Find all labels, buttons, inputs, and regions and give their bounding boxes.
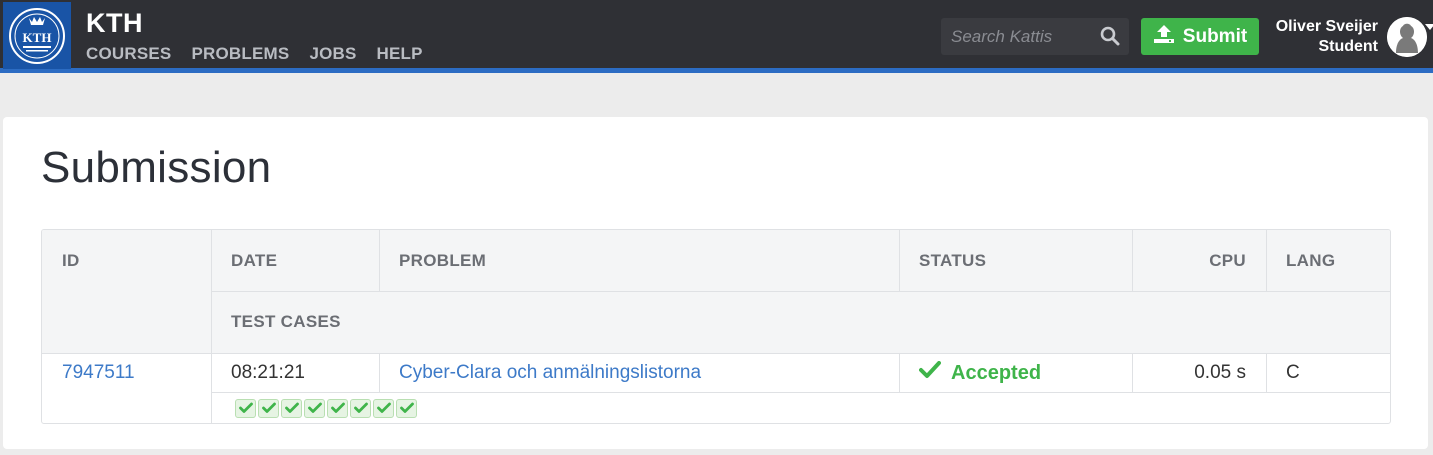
header-status: STATUS: [919, 250, 987, 270]
page-title: Submission: [41, 143, 272, 192]
table-row-date: 08:21:21: [231, 362, 305, 383]
header-date: DATE: [231, 250, 278, 270]
user-role: Student: [1318, 38, 1378, 55]
header-test-cases: TEST CASES: [231, 312, 341, 331]
col-divider: [899, 230, 900, 291]
status-text: Accepted: [951, 361, 1042, 384]
col-divider: [211, 230, 212, 423]
user-avatar-icon: [1387, 17, 1427, 57]
status-badge: Accepted: [919, 353, 1041, 393]
user-name: Oliver Sveijer: [1275, 18, 1378, 35]
checkmark-icon: [919, 361, 941, 385]
submit-label: Submit: [1182, 25, 1248, 47]
header-lang: LANG: [1286, 250, 1336, 270]
test-cases-list: [235, 395, 417, 421]
submission-table: ID DATE PROBLEM STATUS CPU LANG TEST CAS…: [41, 229, 1391, 424]
col-divider: [1266, 353, 1267, 393]
search-input[interactable]: [941, 18, 1096, 55]
test-case-passed-icon[interactable]: [258, 398, 279, 418]
user-menu-caret-icon[interactable]: [1425, 24, 1433, 30]
test-case-passed-icon[interactable]: [373, 398, 394, 418]
test-case-passed-icon[interactable]: [281, 398, 302, 418]
table-row-cpu: 0.05 s: [1194, 362, 1246, 383]
test-case-passed-icon[interactable]: [396, 398, 417, 418]
submit-button[interactable]: Submit: [1141, 18, 1259, 55]
test-case-passed-icon[interactable]: [350, 398, 371, 418]
avatar[interactable]: [1387, 17, 1427, 57]
user-info[interactable]: Oliver Sveijer Student: [1276, 17, 1378, 57]
main-nav: COURSES PROBLEMS JOBS HELP: [86, 44, 423, 64]
col-divider: [1266, 230, 1267, 291]
submission-id-link[interactable]: 7947511: [62, 362, 135, 384]
header-id: ID: [62, 250, 80, 270]
search-icon[interactable]: [1100, 26, 1120, 51]
problem-link[interactable]: Cyber-Clara och anmälningslistorna: [399, 362, 701, 384]
col-divider: [899, 353, 900, 393]
nav-help[interactable]: HELP: [377, 44, 423, 64]
nav-courses[interactable]: COURSES: [86, 44, 171, 64]
nav-problems[interactable]: PROBLEMS: [191, 44, 289, 64]
table-row-lang: C: [1286, 362, 1300, 383]
search-box: [941, 18, 1129, 55]
header-cpu: CPU: [1209, 250, 1246, 270]
kth-logo[interactable]: KTH: [3, 2, 71, 69]
row-divider: [211, 291, 1390, 292]
table-row-problem: Cyber-Clara och anmälningslistorna: [399, 353, 701, 393]
col-divider: [379, 353, 380, 393]
kth-seal-icon: KTH: [9, 7, 65, 64]
svg-text:KTH: KTH: [23, 30, 52, 45]
test-case-passed-icon[interactable]: [327, 398, 348, 418]
test-case-results: [235, 398, 417, 418]
brand-name[interactable]: KTH: [86, 8, 143, 39]
nav-jobs[interactable]: JOBS: [309, 44, 356, 64]
test-case-passed-icon[interactable]: [304, 398, 325, 418]
header-problem: PROBLEM: [399, 250, 487, 270]
top-navbar: KTH KTH COURSES PROBLEMS JOBS HELP Submi…: [0, 0, 1433, 73]
submission-card: Submission ID DATE PROBLEM STATUS CPU LA…: [3, 117, 1428, 449]
col-divider: [379, 230, 380, 291]
table-row-id: 7947511: [62, 353, 135, 393]
upload-icon: [1153, 24, 1175, 50]
test-case-passed-icon[interactable]: [235, 398, 256, 418]
